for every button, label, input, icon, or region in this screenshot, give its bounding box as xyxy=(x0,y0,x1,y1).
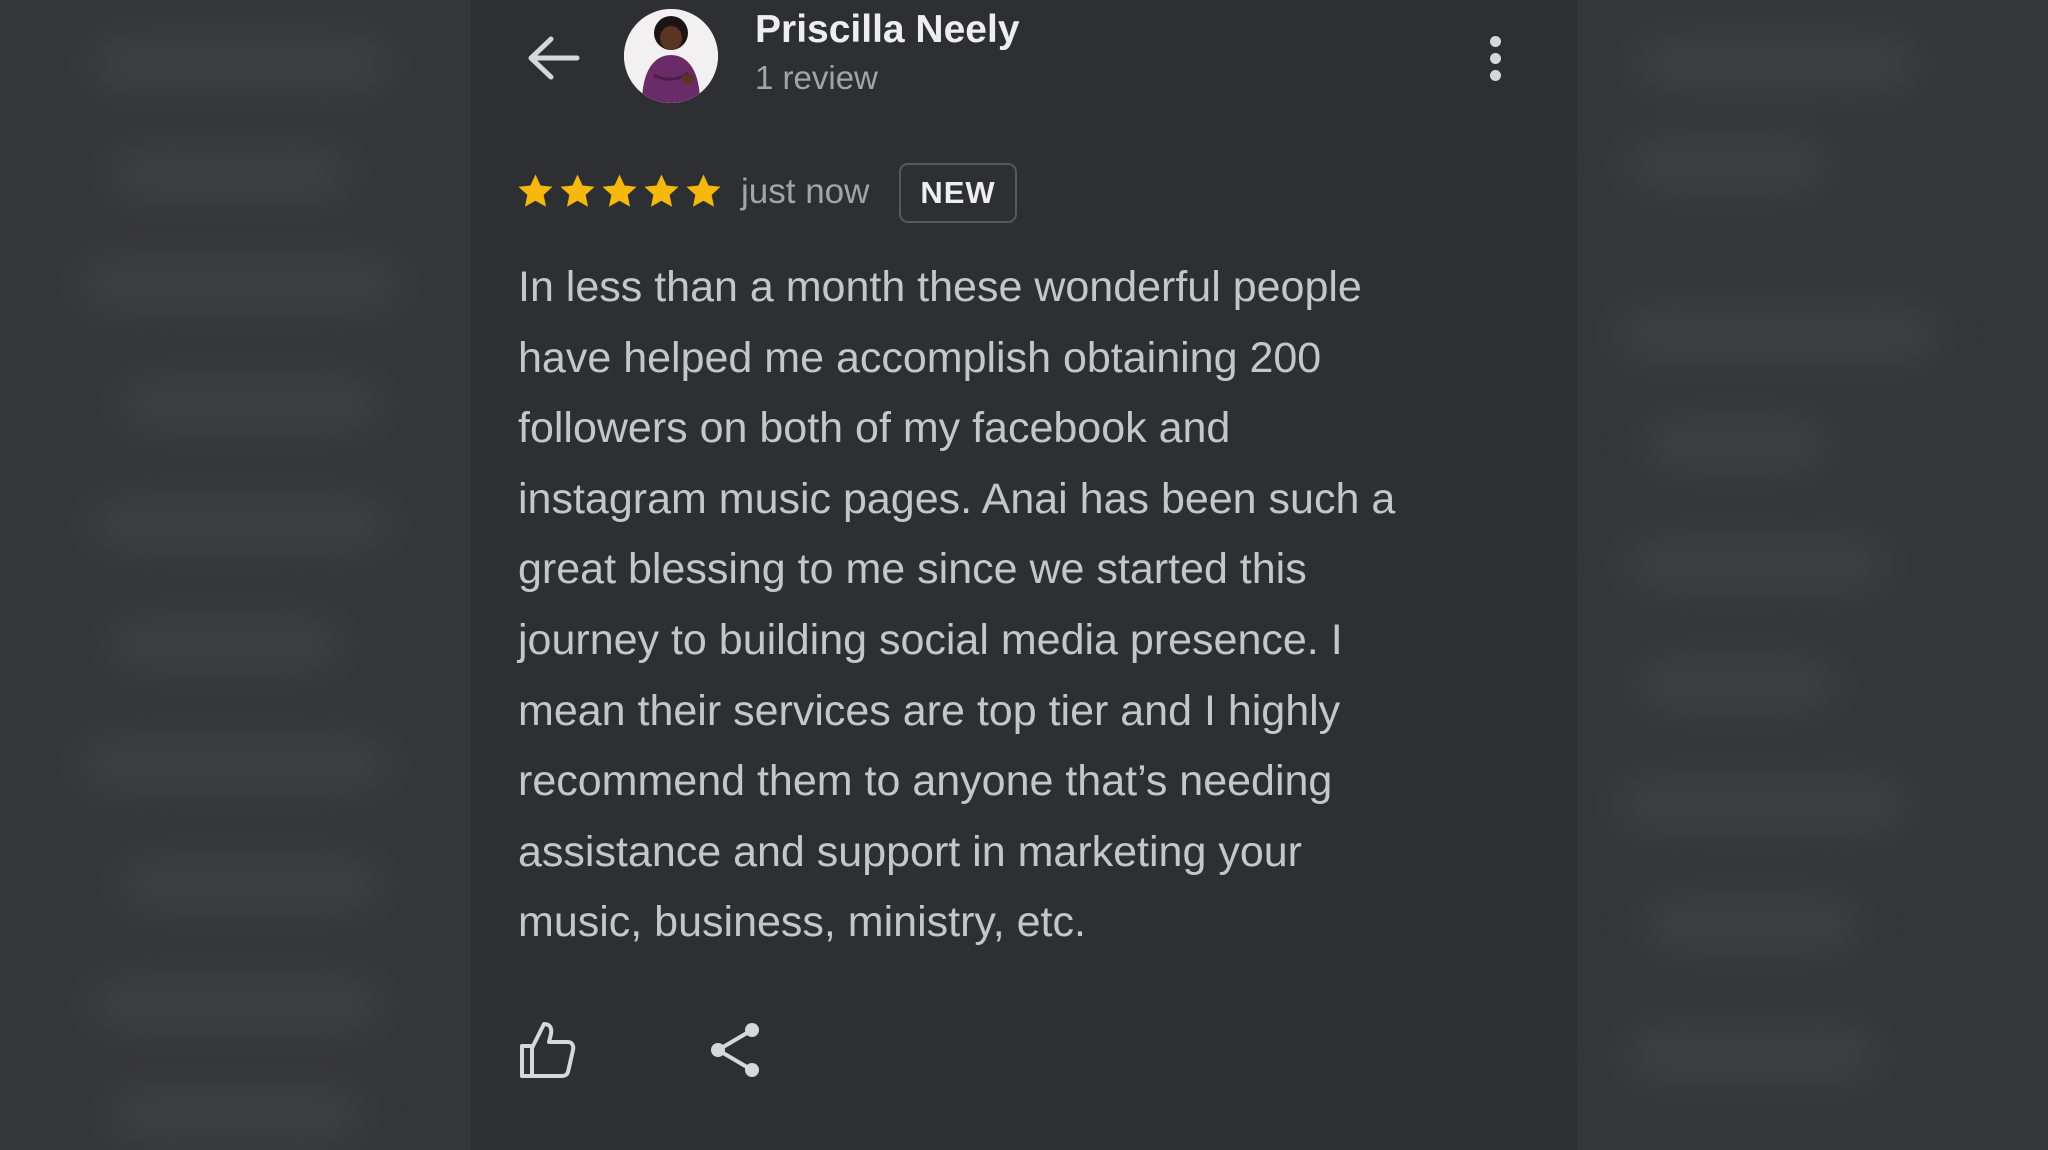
share-icon xyxy=(711,1023,759,1077)
blurred-background-left xyxy=(0,0,471,1150)
review-text-line: great blessing to me since we started th… xyxy=(518,545,1307,594)
review-text: In less than a month these wonderful peo… xyxy=(518,252,1528,958)
back-button[interactable] xyxy=(518,28,590,88)
star-icon xyxy=(686,174,721,207)
share-button[interactable] xyxy=(706,1020,766,1080)
review-count: 1 review xyxy=(755,59,878,96)
star-icon xyxy=(602,174,637,207)
review-text-line: followers on both of my facebook and xyxy=(518,404,1231,453)
new-badge: NEW xyxy=(899,163,1017,223)
profile-photo xyxy=(624,9,718,103)
review-text-line: instagram music pages. Anai has been suc… xyxy=(518,474,1396,523)
author-name[interactable]: Priscilla Neely xyxy=(755,8,1020,52)
review-text-line: music, business, ministry, etc. xyxy=(518,898,1086,947)
review-text-line: assistance and support in marketing your xyxy=(518,827,1302,876)
star-icon xyxy=(518,174,553,207)
avatar[interactable] xyxy=(624,9,718,103)
review-text-line: have helped me accomplish obtaining 200 xyxy=(518,333,1322,382)
more-options-button[interactable] xyxy=(1472,28,1518,88)
review-text-line: In less than a month these wonderful peo… xyxy=(518,263,1362,311)
screen: Priscilla Neely 1 review just now NEW In… xyxy=(0,0,2048,1150)
review-text-line: journey to building social media presenc… xyxy=(518,615,1343,664)
blurred-background-right xyxy=(1577,0,2048,1150)
star-rating xyxy=(516,172,723,211)
more-vertical-icon xyxy=(1489,35,1501,47)
thumbs-up-icon xyxy=(520,1022,576,1078)
review-timestamp: just now xyxy=(741,172,870,211)
star-icon xyxy=(560,174,595,207)
review-text-line: recommend them to anyone that’s needing xyxy=(518,757,1333,806)
review-text-line: mean their services are top tier and I h… xyxy=(518,686,1341,735)
star-icon xyxy=(644,174,679,207)
like-button[interactable] xyxy=(516,1018,580,1082)
arrow-left-icon xyxy=(528,36,580,80)
